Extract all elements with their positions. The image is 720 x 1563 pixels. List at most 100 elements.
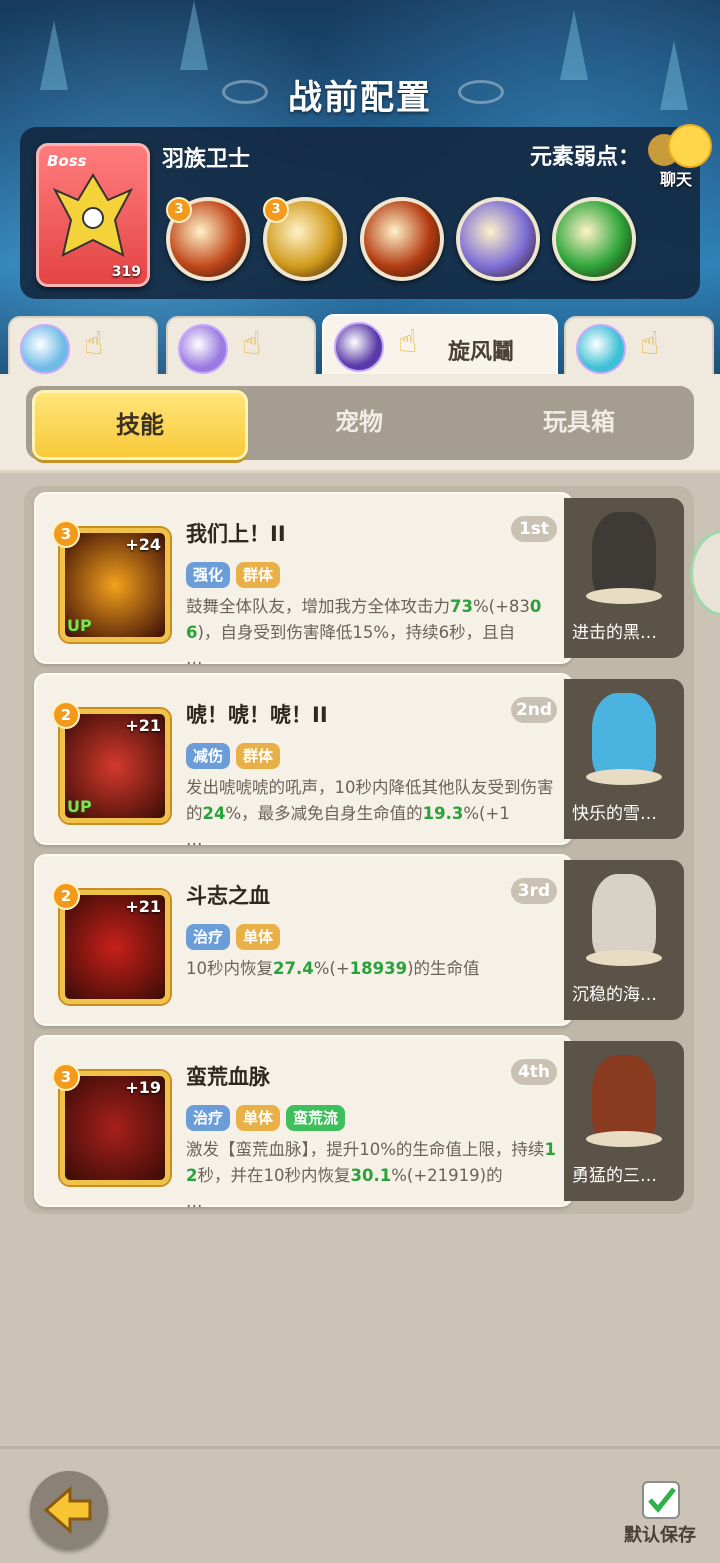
skill-rank: 1st <box>511 516 557 542</box>
skill-tag: 群体 <box>236 743 281 769</box>
skill-tags: 治疗 单体 蛮荒流 <box>186 1105 351 1131</box>
boss-portrait-icon <box>53 173 133 257</box>
pet-pedestal <box>586 588 662 604</box>
boss-name: 羽族卫士 <box>162 147 251 172</box>
skill-level-badge: 3 <box>166 197 192 223</box>
skill-icon: +21 <box>60 890 170 1004</box>
pet-name: 沉稳的海… <box>572 985 657 1005</box>
checkmark-icon <box>648 1487 676 1513</box>
skill-tags: 强化 群体 <box>186 562 286 588</box>
skill-row[interactable]: +21 UP 2 唬！唬！唬！II 2nd 减伤 群体 发出唬唬唬的吼声，10秒内… <box>34 673 684 849</box>
skill-up-badge: UP <box>67 797 92 816</box>
skill-list: +24 UP 3 我们上！II 1st 强化 群体 鼓舞全体队友，增加我方全体攻击… <box>24 486 694 1214</box>
footer-bar: 默认保存 <box>0 1446 720 1563</box>
hand-pointer-icon: ☝ <box>242 324 262 362</box>
boss-panel: Boss 319 羽族卫士 元素弱点： 3 3 <box>20 127 700 299</box>
pet-name: 快乐的雪… <box>572 804 657 824</box>
pet-name: 进击的黑… <box>572 623 657 643</box>
hand-pointer-icon: ☝ <box>640 324 660 362</box>
skill-tag: 群体 <box>236 562 281 588</box>
boss-skill-icon[interactable]: 3 <box>166 197 250 281</box>
skill-row[interactable]: +21 2 斗志之血 3rd 治疗 单体 10秒内恢复27.4%(+18939)的… <box>34 854 684 1026</box>
boss-skill-icon[interactable] <box>552 197 636 281</box>
skill-name: 蛮荒血脉 <box>186 1065 270 1089</box>
tab-skill[interactable]: 技能 <box>32 390 248 460</box>
boss-skill-icon[interactable]: 3 <box>263 197 347 281</box>
skill-bonus: +19 <box>125 1078 161 1097</box>
pet-pedestal <box>586 950 662 966</box>
hero-avatar <box>20 324 70 374</box>
pet-pedestal <box>586 769 662 785</box>
skill-description: 10秒内恢复27.4%(+18939)的生命值 <box>186 959 480 978</box>
skill-level-badge: 3 <box>263 197 289 223</box>
back-arrow-icon <box>43 1485 92 1535</box>
skill-description: 鼓舞全体队友，增加我方全体攻击力73%(+8306)，自身受到伤害降低15%，持… <box>186 597 542 668</box>
pet-slot[interactable]: 沉稳的海… <box>564 860 684 1020</box>
default-save-label: 默认保存 <box>624 1525 696 1546</box>
pet-slot[interactable]: 进击的黑… <box>564 498 684 658</box>
hero-tab-label: 旋风鬮 <box>448 340 515 365</box>
skill-level-badge: 3 <box>52 520 80 548</box>
skill-level-badge: 3 <box>52 1063 80 1091</box>
main-panel: 技能 宠物 玩具箱 +24 UP 3 我们上！II 1st 强化 群体 鼓舞全体队… <box>0 374 720 1446</box>
boss-skill-icon[interactable] <box>360 197 444 281</box>
boss-card[interactable]: Boss 319 <box>36 143 150 287</box>
tab-toybox[interactable]: 玩具箱 <box>474 390 684 454</box>
chat-button[interactable]: 聊天 <box>646 124 712 189</box>
crystal-decoration <box>180 0 208 70</box>
boss-tag: Boss <box>47 152 87 170</box>
page-title: 战前配置 <box>288 78 432 118</box>
segment-area: 技能 宠物 玩具箱 <box>0 374 720 473</box>
hand-pointer-icon: ☝ <box>398 322 418 360</box>
skill-tag: 蛮荒流 <box>286 1105 346 1131</box>
skill-tags: 减伤 群体 <box>186 743 286 769</box>
skill-tag: 治疗 <box>186 924 231 950</box>
pet-slot[interactable]: 快乐的雪… <box>564 679 684 839</box>
hero-avatar <box>178 324 228 374</box>
skill-bonus: +21 <box>125 897 161 916</box>
skill-rank: 3rd <box>511 878 557 904</box>
tab-pet[interactable]: 宠物 <box>254 390 464 454</box>
skill-row[interactable]: +19 3 蛮荒血脉 4th 治疗 单体 蛮荒流 激发【蛮荒血脉】，提升10%的生命… <box>34 1035 684 1211</box>
skill-level-badge: 2 <box>52 701 80 729</box>
skill-name: 斗志之血 <box>186 884 270 908</box>
skill-row[interactable]: +24 UP 3 我们上！II 1st 强化 群体 鼓舞全体队友，增加我方全体攻击… <box>34 492 684 668</box>
boss-level: 319 <box>111 264 141 280</box>
skill-icon: +19 <box>60 1071 170 1185</box>
skill-rank: 4th <box>511 1059 557 1085</box>
pet-pedestal <box>586 1131 662 1147</box>
skill-tag: 减伤 <box>186 743 231 769</box>
chat-face-icon <box>668 124 712 168</box>
skill-description: 激发【蛮荒血脉】，提升10%的生命值上限，持续12秒，并在10秒内恢复30.1%… <box>186 1140 556 1211</box>
default-save-checkbox[interactable] <box>642 1481 680 1519</box>
skill-level-badge: 2 <box>52 882 80 910</box>
element-weakness-label: 元素弱点： <box>529 145 640 170</box>
pet-name: 勇猛的三… <box>572 1166 657 1186</box>
hand-pointer-icon: ☝ <box>84 324 104 362</box>
boss-skill-icon[interactable] <box>456 197 540 281</box>
skill-card[interactable]: +21 UP 2 唬！唬！唬！II 2nd 减伤 群体 发出唬唬唬的吼声，10秒内… <box>34 673 573 849</box>
skill-card[interactable]: +24 UP 3 我们上！II 1st 强化 群体 鼓舞全体队友，增加我方全体攻击… <box>34 492 573 668</box>
skill-card[interactable]: +21 2 斗志之血 3rd 治疗 单体 10秒内恢复27.4%(+18939)的… <box>34 854 573 1026</box>
skill-tag: 单体 <box>236 924 281 950</box>
skill-icon: +24 UP <box>60 528 170 642</box>
skill-bonus: +21 <box>125 716 161 735</box>
skill-up-badge: UP <box>67 616 92 635</box>
hero-avatar <box>576 324 626 374</box>
skill-icon: +21 UP <box>60 709 170 823</box>
skill-tag: 强化 <box>186 562 231 588</box>
skill-tag: 治疗 <box>186 1105 231 1131</box>
back-button[interactable] <box>30 1471 108 1549</box>
chat-label: 聊天 <box>660 170 693 189</box>
skill-name: 我们上！II <box>186 522 286 546</box>
pet-slot[interactable]: 勇猛的三… <box>564 1041 684 1201</box>
skill-rank: 2nd <box>511 697 557 723</box>
skill-description: 发出唬唬唬的吼声，10秒内降低其他队友受到伤害的24%，最多减免自身生命值的19… <box>186 778 554 849</box>
segment-bar: 技能 宠物 玩具箱 <box>26 386 694 460</box>
skill-tag: 单体 <box>236 1105 281 1131</box>
skill-card[interactable]: +19 3 蛮荒血脉 4th 治疗 单体 蛮荒流 激发【蛮荒血脉】，提升10%的生命… <box>34 1035 573 1211</box>
hero-avatar <box>334 322 384 372</box>
skill-name: 唬！唬！唬！II <box>186 703 328 727</box>
skill-bonus: +24 <box>125 535 161 554</box>
skill-tags: 治疗 单体 <box>186 924 286 950</box>
